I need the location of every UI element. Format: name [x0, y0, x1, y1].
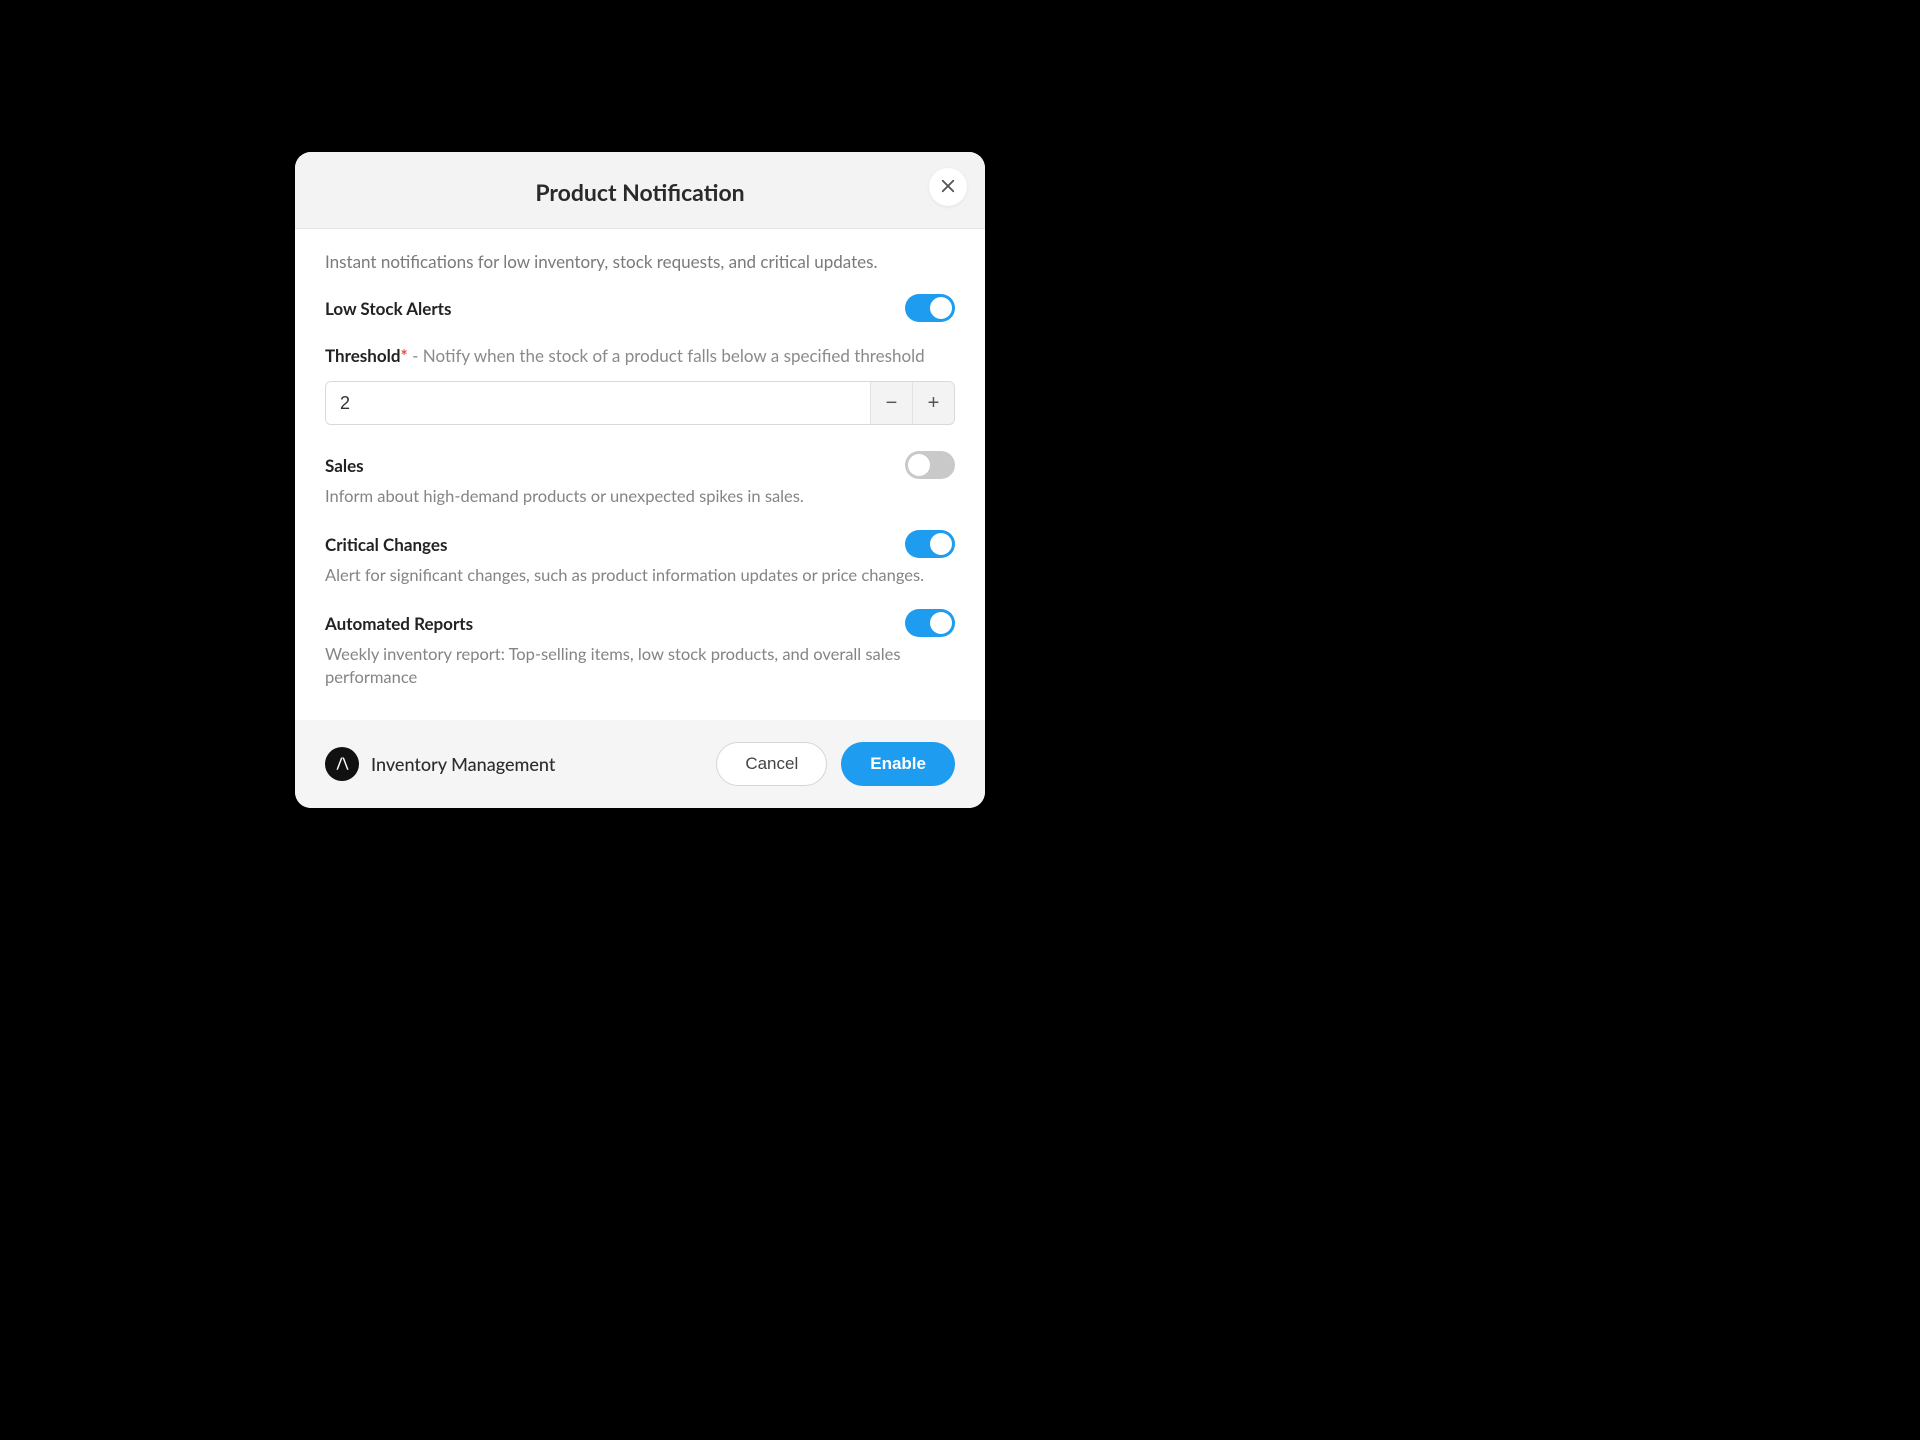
- increment-button[interactable]: +: [912, 382, 954, 424]
- modal-body: Instant notifications for low inventory,…: [295, 229, 985, 719]
- plus-icon: +: [928, 392, 940, 415]
- threshold-input[interactable]: [326, 382, 870, 424]
- enable-button[interactable]: Enable: [841, 742, 955, 786]
- threshold-separator: -: [408, 345, 423, 366]
- reports-desc: Weekly inventory report: Top-selling ite…: [325, 643, 955, 689]
- reports-toggle[interactable]: [905, 609, 955, 637]
- threshold-label: Threshold* - Notify when the stock of a …: [325, 344, 955, 369]
- sales-toggle[interactable]: [905, 451, 955, 479]
- sales-desc: Inform about high-demand products or une…: [325, 485, 955, 508]
- threshold-label-text: Threshold: [325, 345, 401, 366]
- critical-label: Critical Changes: [325, 534, 447, 555]
- modal-header: Product Notification: [295, 152, 985, 229]
- brand: /\ Inventory Management: [325, 747, 702, 781]
- critical-toggle[interactable]: [905, 530, 955, 558]
- modal-title: Product Notification: [315, 178, 965, 206]
- required-asterisk: *: [401, 345, 408, 366]
- low-stock-toggle[interactable]: [905, 294, 955, 322]
- setting-sales: Sales Inform about high-demand products …: [325, 451, 955, 508]
- reports-label: Automated Reports: [325, 613, 473, 634]
- sales-label: Sales: [325, 455, 364, 476]
- toggle-knob: [930, 533, 952, 555]
- toggle-knob: [908, 454, 930, 476]
- threshold-section: Threshold* - Notify when the stock of a …: [325, 344, 955, 425]
- modal-footer: /\ Inventory Management Cancel Enable: [295, 720, 985, 808]
- setting-reports: Automated Reports Weekly inventory repor…: [325, 609, 955, 689]
- critical-desc: Alert for significant changes, such as p…: [325, 564, 955, 587]
- decrement-button[interactable]: −: [870, 382, 912, 424]
- setting-critical: Critical Changes Alert for significant c…: [325, 530, 955, 587]
- brand-name: Inventory Management: [371, 753, 555, 775]
- brand-logo-icon: /\: [325, 747, 359, 781]
- threshold-stepper: − +: [325, 381, 955, 425]
- toggle-knob: [930, 297, 952, 319]
- intro-text: Instant notifications for low inventory,…: [325, 251, 955, 272]
- setting-low-stock: Low Stock Alerts: [325, 294, 955, 322]
- minus-icon: −: [886, 392, 898, 415]
- product-notification-modal: Product Notification Instant notificatio…: [295, 152, 985, 807]
- toggle-knob: [930, 612, 952, 634]
- low-stock-label: Low Stock Alerts: [325, 298, 451, 319]
- close-icon: [939, 177, 957, 198]
- threshold-hint: Notify when the stock of a product falls…: [423, 345, 925, 366]
- cancel-button[interactable]: Cancel: [716, 742, 827, 786]
